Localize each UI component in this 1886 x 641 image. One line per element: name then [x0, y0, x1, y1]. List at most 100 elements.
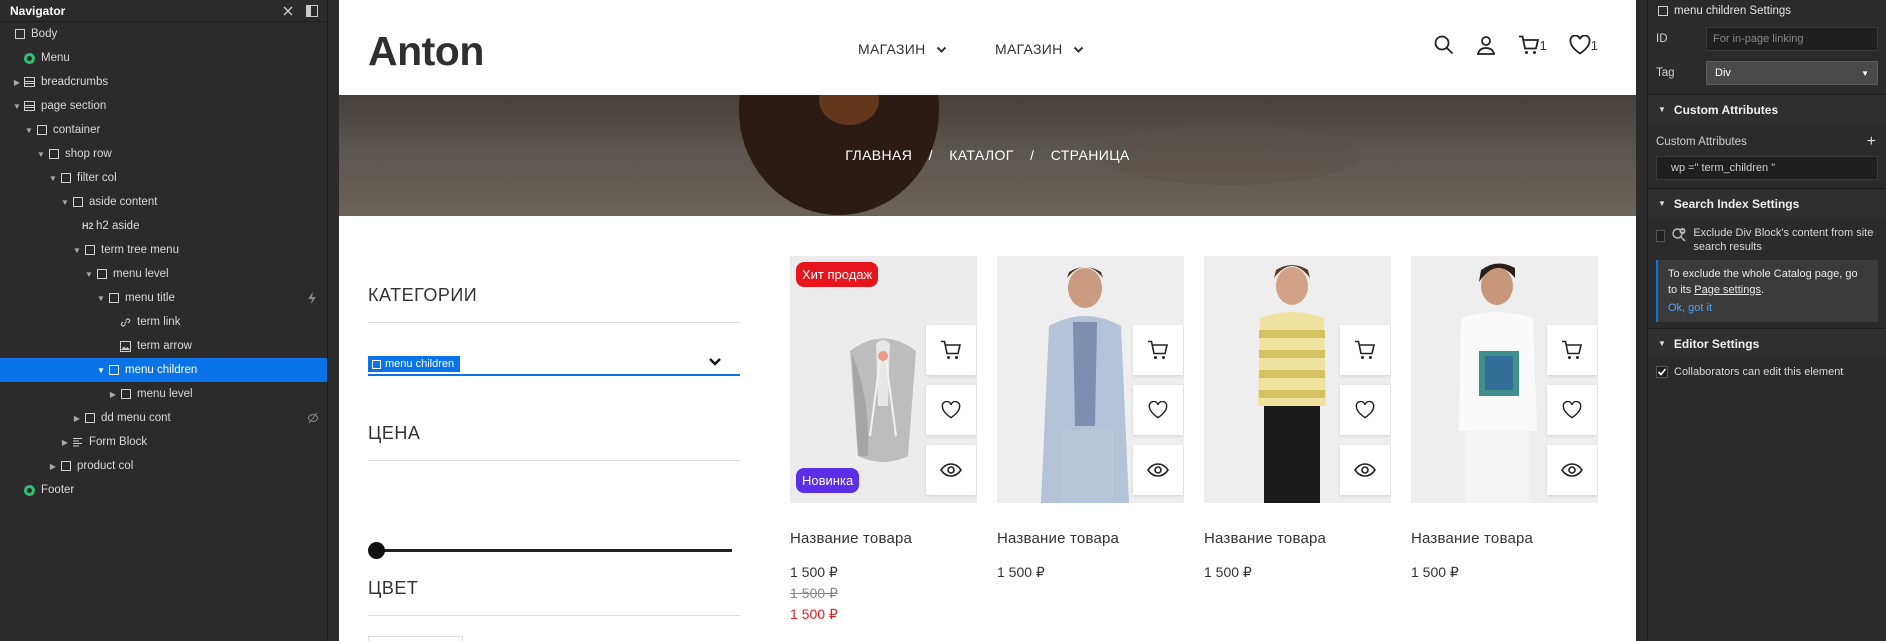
nav-item-footer[interactable]: Footer — [0, 478, 327, 502]
quick-view-button[interactable] — [926, 445, 976, 495]
caret-right-icon[interactable]: ▶ — [60, 438, 70, 447]
price-slider-handle[interactable] — [368, 542, 385, 559]
nav-item-menu-level[interactable]: ▼ menu level — [0, 262, 327, 286]
caret-down-icon[interactable]: ▼ — [96, 366, 106, 375]
nav-item-label: menu level — [137, 388, 193, 400]
product-card[interactable]: Название товара 1 500 ₽ — [1411, 256, 1598, 581]
quick-view-button[interactable] — [1340, 445, 1390, 495]
nav-item-menu-title[interactable]: ▼ menu title — [0, 286, 327, 310]
nav-menu-shop-1[interactable]: МАГАЗИН — [858, 41, 947, 57]
user-icon[interactable] — [1476, 35, 1496, 55]
product-card[interactable]: Название товара 1 500 ₽ — [1204, 256, 1391, 581]
caret-right-icon[interactable]: ▶ — [12, 78, 22, 87]
nav-item-menu-level-child[interactable]: ▶ menu level — [0, 382, 327, 406]
nav-item-container[interactable]: ▼ container — [0, 118, 327, 142]
caret-down-icon[interactable]: ▼ — [60, 198, 70, 207]
color-swatch-box[interactable] — [368, 636, 463, 641]
nav-item-page-section[interactable]: ▼ page section — [0, 94, 327, 118]
product-card[interactable]: Хит продаж Новинка Название товара 1 500… — [790, 256, 977, 623]
caret-down-icon[interactable]: ▼ — [24, 126, 34, 135]
nav-item-aside-content[interactable]: ▼ aside content — [0, 190, 327, 214]
product-card[interactable]: Название товара 1 500 ₽ — [997, 256, 1184, 581]
product-image[interactable] — [1204, 256, 1391, 503]
nav-item-shop-row[interactable]: ▼ shop row — [0, 142, 327, 166]
hidden-eye-icon[interactable] — [307, 412, 319, 424]
product-sale-price: 1 500 ₽ — [790, 606, 838, 622]
ok-got-it-link[interactable]: Ok, got it — [1668, 300, 1868, 316]
add-to-cart-button[interactable] — [926, 325, 976, 375]
wishlist-button[interactable]: 1 — [1569, 35, 1598, 55]
search-index-section[interactable]: ▼ Search Index Settings — [1648, 188, 1886, 218]
nav-item-body[interactable]: Body — [0, 22, 327, 46]
search-icon[interactable] — [1434, 35, 1454, 55]
add-to-wishlist-button[interactable] — [1547, 385, 1597, 435]
product-image[interactable]: Хит продаж Новинка — [790, 256, 977, 503]
id-input[interactable]: For in-page linking — [1706, 27, 1878, 51]
tag-select[interactable]: Div ▼ — [1706, 61, 1878, 85]
collaborators-text: Collaborators can edit this element — [1674, 366, 1844, 378]
nav-item-term-link[interactable]: term link — [0, 310, 327, 334]
exclude-search-checkbox[interactable] — [1656, 230, 1666, 242]
add-to-cart-button[interactable] — [1340, 325, 1390, 375]
nav-item-dd-menu-cont[interactable]: ▶ dd menu cont — [0, 406, 327, 430]
page-settings-link[interactable]: Page settings — [1694, 284, 1761, 296]
nav-item-term-tree-menu[interactable]: ▼ term tree menu — [0, 238, 327, 262]
exclude-search-text: Exclude Div Block's content from site se… — [1693, 227, 1874, 253]
breadcrumb-catalog[interactable]: КАТАЛОГ — [949, 147, 1014, 163]
caret-down-icon[interactable]: ▼ — [36, 150, 46, 159]
cart-icon — [1562, 340, 1583, 359]
divider — [368, 460, 740, 461]
dock-panel-icon[interactable] — [305, 4, 319, 18]
product-name[interactable]: Название товара — [1411, 530, 1598, 547]
info-box: To exclude the whole Catalog page, go to… — [1656, 260, 1878, 322]
quick-view-button[interactable] — [1547, 445, 1597, 495]
add-to-wishlist-button[interactable] — [926, 385, 976, 435]
product-image[interactable] — [997, 256, 1184, 503]
cart-button[interactable]: 1 — [1518, 35, 1547, 55]
section-title: Custom Attributes — [1673, 102, 1779, 117]
nav-item-menu[interactable]: Menu — [0, 46, 327, 70]
editor-settings-section[interactable]: ▼ Editor Settings — [1648, 328, 1886, 358]
nav-item-label: menu title — [125, 292, 175, 304]
breadcrumb-home[interactable]: ГЛАВНАЯ — [845, 147, 912, 163]
add-attribute-button[interactable]: + — [1867, 133, 1876, 151]
caret-down-icon[interactable]: ▼ — [72, 246, 82, 255]
price-slider-track[interactable] — [376, 549, 732, 552]
eye-icon — [1354, 463, 1376, 477]
selected-menu-children[interactable]: menu children — [368, 354, 740, 376]
nav-item-term-arrow[interactable]: term arrow — [0, 334, 327, 358]
caret-right-icon[interactable]: ▶ — [48, 462, 58, 471]
product-name[interactable]: Название товара — [997, 530, 1184, 547]
heart-icon — [941, 401, 961, 419]
add-to-wishlist-button[interactable] — [1133, 385, 1183, 435]
quick-view-button[interactable] — [1133, 445, 1183, 495]
caret-down-icon: ▼ — [1658, 199, 1666, 208]
site-logo[interactable]: Anton — [368, 28, 484, 75]
nav-item-form-block[interactable]: ▶ Form Block — [0, 430, 327, 454]
caret-right-icon[interactable]: ▶ — [72, 414, 82, 423]
chevron-down-icon[interactable] — [708, 354, 722, 372]
caret-down-icon[interactable]: ▼ — [12, 102, 22, 111]
add-to-cart-button[interactable] — [1547, 325, 1597, 375]
collaborators-checkbox[interactable] — [1656, 366, 1668, 378]
nav-item-product-col[interactable]: ▶ product col — [0, 454, 327, 478]
caret-down-icon[interactable]: ▼ — [84, 270, 94, 279]
add-to-wishlist-button[interactable] — [1340, 385, 1390, 435]
caret-right-icon[interactable]: ▶ — [108, 390, 118, 399]
product-name[interactable]: Название товара — [1204, 530, 1391, 547]
breadcrumb: ГЛАВНАЯ / КАТАЛОГ / СТРАНИЦА — [339, 147, 1636, 163]
product-image[interactable] — [1411, 256, 1598, 503]
product-name[interactable]: Название товара — [790, 530, 977, 547]
nav-item-breadcrumbs[interactable]: ▶ breadcrumbs — [0, 70, 327, 94]
nav-menu-shop-2[interactable]: МАГАЗИН — [995, 41, 1084, 57]
custom-attributes-section[interactable]: ▼ Custom Attributes — [1648, 94, 1886, 124]
caret-down-icon[interactable]: ▼ — [48, 174, 58, 183]
nav-item-h2-aside[interactable]: H2 h2 aside — [0, 214, 327, 238]
close-icon[interactable] — [281, 4, 295, 18]
hero-banner: ГЛАВНАЯ / КАТАЛОГ / СТРАНИЦА — [339, 95, 1636, 216]
add-to-cart-button[interactable] — [1133, 325, 1183, 375]
nav-item-menu-children[interactable]: ▼ menu children — [0, 358, 327, 382]
attribute-entry[interactable]: wp =" term_children " — [1656, 156, 1878, 180]
nav-item-filter-col[interactable]: ▼ filter col — [0, 166, 327, 190]
caret-down-icon[interactable]: ▼ — [96, 294, 106, 303]
